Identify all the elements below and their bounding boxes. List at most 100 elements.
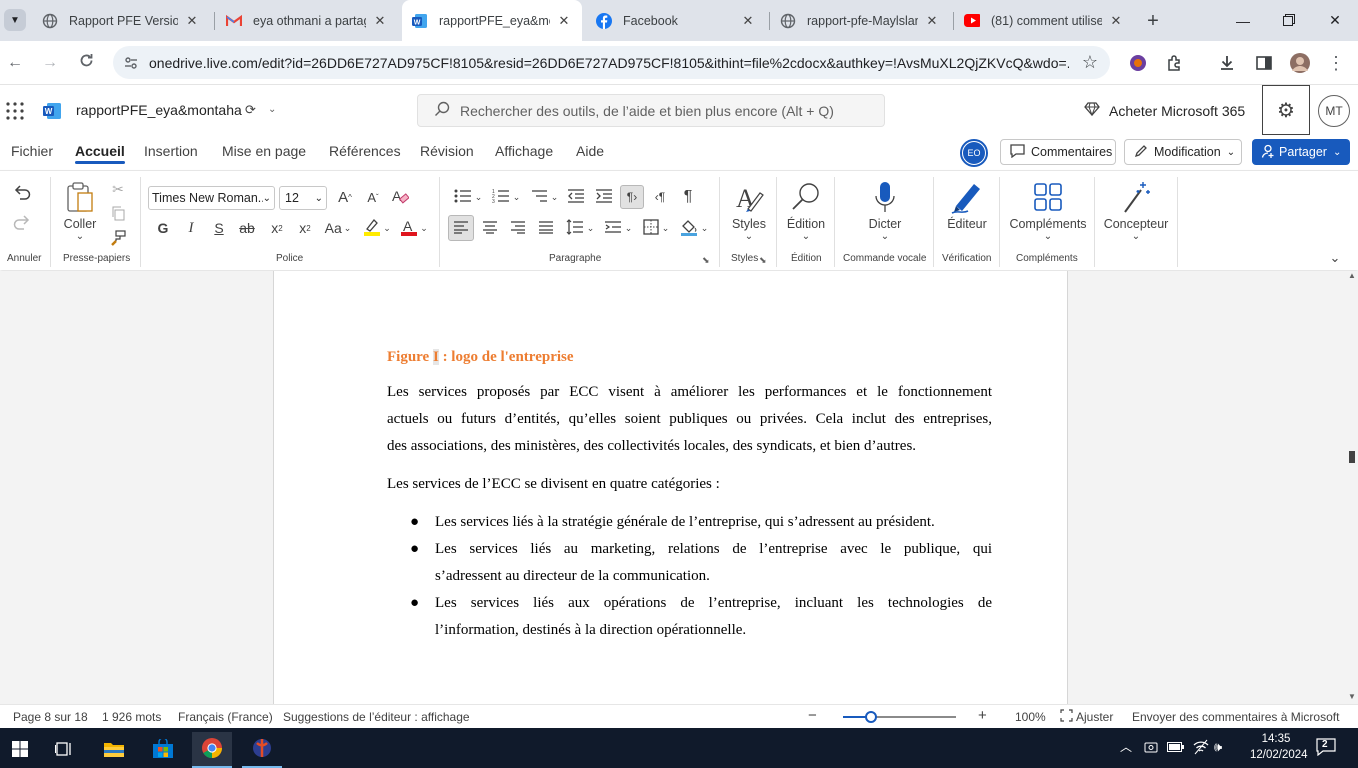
minimize-button[interactable]: —: [1220, 0, 1266, 41]
start-button[interactable]: [0, 732, 40, 768]
word-app-icon[interactable]: W: [43, 102, 61, 123]
fit-button[interactable]: Ajuster: [1076, 710, 1113, 724]
cut-button[interactable]: ✂: [108, 179, 128, 199]
increase-indent-button[interactable]: [593, 186, 615, 208]
close-icon[interactable]: ✕: [556, 13, 572, 29]
grow-font-button[interactable]: A ^: [334, 186, 356, 208]
undo-button[interactable]: [10, 181, 34, 205]
language[interactable]: Français (France): [178, 710, 273, 724]
feedback-link[interactable]: Envoyer des commentaires à Microsoft: [1132, 710, 1339, 724]
profile-avatar[interactable]: [1288, 51, 1312, 75]
scroll-up-arrow-icon[interactable]: ▲: [1348, 271, 1356, 280]
buy-m365-button[interactable]: Acheter Microsoft 365: [1084, 102, 1245, 119]
shading-button[interactable]: ⌄: [677, 217, 711, 239]
scroll-down-arrow-icon[interactable]: ▼: [1348, 692, 1356, 701]
font-size-select[interactable]: 12 ⌄: [279, 186, 327, 210]
align-right-button[interactable]: [507, 217, 529, 239]
zoom-slider-thumb[interactable]: [865, 711, 878, 723]
close-icon[interactable]: ✕: [184, 13, 200, 29]
tab-aide[interactable]: Aide: [576, 143, 604, 159]
browser-tab[interactable]: rapport-pfe-Maylslan ✕: [770, 0, 950, 41]
bullets-button[interactable]: ⌄: [451, 186, 485, 208]
tab-fichier[interactable]: Fichier: [11, 143, 53, 159]
paragraph-spacing-button[interactable]: ⌄: [601, 217, 635, 239]
font-name-select[interactable]: Times New Roman... ⌄: [148, 186, 275, 210]
app-launcher-icon[interactable]: [6, 102, 24, 123]
page-count[interactable]: Page 8 sur 18: [13, 710, 88, 724]
back-button[interactable]: ←: [3, 51, 27, 75]
side-panel-icon[interactable]: [1252, 51, 1276, 75]
app-taskbar-button[interactable]: [242, 732, 282, 768]
editor-suggestions[interactable]: Suggestions de l’éditeur : affichage: [283, 710, 470, 724]
rtl-direction-button[interactable]: ‹¶: [649, 186, 671, 208]
format-painter-button[interactable]: [108, 229, 128, 249]
addins-button[interactable]: Compléments ⌄: [1008, 177, 1088, 242]
align-center-button[interactable]: [479, 217, 501, 239]
close-icon[interactable]: ✕: [1108, 13, 1124, 29]
editing-button[interactable]: Édition ⌄: [784, 177, 828, 242]
download-icon[interactable]: [1215, 51, 1239, 75]
font-color-button[interactable]: A ⌄: [397, 217, 431, 239]
store-button[interactable]: [143, 732, 183, 768]
chrome-taskbar-button[interactable]: [192, 732, 232, 768]
battery-icon[interactable]: [1167, 741, 1185, 756]
search-box[interactable]: Rechercher des outils, de l’aide et bien…: [417, 94, 885, 127]
browser-tab[interactable]: eya othmani a partag ✕: [216, 0, 398, 41]
bold-button[interactable]: G: [153, 217, 173, 239]
site-info-icon[interactable]: [123, 55, 139, 74]
coauthor-avatar[interactable]: EO: [960, 139, 988, 167]
extension-icon[interactable]: [1126, 51, 1150, 75]
subscript-button[interactable]: x2: [266, 217, 288, 239]
bookmark-star-icon[interactable]: ☆: [1082, 52, 1098, 73]
document-canvas[interactable]: Figure I : logo de l'entreprise Les serv…: [0, 271, 1358, 704]
notifications-button[interactable]: 2: [1316, 738, 1338, 758]
chevron-down-icon[interactable]: ⌄: [268, 104, 276, 115]
sync-status-icon[interactable]: ⟳: [245, 102, 256, 118]
browser-tab[interactable]: (81) comment utiliser ✕: [954, 0, 1134, 41]
dialog-launcher-icon[interactable]: ⬊: [759, 255, 767, 266]
word-count[interactable]: 1 926 mots: [102, 710, 161, 724]
multilevel-list-button[interactable]: ⌄: [527, 186, 561, 208]
dictate-button[interactable]: Dicter ⌄: [864, 177, 906, 242]
styles-button[interactable]: A Styles ⌄: [728, 177, 770, 242]
collapse-ribbon-button[interactable]: ⌄: [1326, 249, 1344, 267]
browser-tab[interactable]: Facebook ✕: [586, 0, 766, 41]
strikethrough-button[interactable]: ab: [236, 217, 258, 239]
fit-icon[interactable]: [1060, 709, 1073, 725]
zoom-level[interactable]: 100%: [1015, 710, 1046, 724]
superscript-button[interactable]: x2: [294, 217, 316, 239]
shrink-font-button[interactable]: Aˇ: [362, 186, 384, 208]
decrease-indent-button[interactable]: [565, 186, 587, 208]
url-text[interactable]: onedrive.live.com/edit?id=26DD6E727AD975…: [149, 55, 1069, 71]
new-tab-button[interactable]: +: [1140, 8, 1166, 34]
close-icon[interactable]: ✕: [372, 13, 388, 29]
share-button[interactable]: Partager ⌄: [1252, 139, 1350, 165]
highlight-button[interactable]: ⌄: [360, 217, 394, 239]
tab-affichage[interactable]: Affichage: [495, 143, 553, 159]
wifi-icon[interactable]: [1193, 739, 1209, 758]
task-view-button[interactable]: [44, 732, 84, 768]
tab-search-button[interactable]: ▼: [4, 9, 26, 31]
designer-button[interactable]: Concepteur ⌄: [1102, 177, 1170, 242]
ltr-direction-button[interactable]: ¶›: [620, 185, 644, 209]
document-page[interactable]: Figure I : logo de l'entreprise Les serv…: [273, 271, 1068, 704]
close-icon[interactable]: ✕: [924, 13, 940, 29]
numbering-button[interactable]: 1 2 3 ⌄: [489, 186, 523, 208]
copy-button[interactable]: [108, 205, 128, 225]
clear-formatting-button[interactable]: A: [389, 186, 411, 208]
settings-button[interactable]: ⚙: [1262, 85, 1310, 135]
redo-button[interactable]: [10, 211, 34, 235]
extensions-puzzle-icon[interactable]: [1163, 51, 1187, 75]
tab-revision[interactable]: Révision: [420, 143, 474, 159]
zoom-slider[interactable]: [843, 711, 956, 723]
line-spacing-button[interactable]: ⌄: [563, 217, 597, 239]
meet-now-icon[interactable]: [1144, 740, 1158, 757]
justify-button[interactable]: [535, 217, 557, 239]
tab-insertion[interactable]: Insertion: [144, 143, 198, 159]
browser-tab-active[interactable]: W rapportPFE_eya&mon ✕: [402, 0, 582, 41]
volume-icon[interactable]: 🕪: [1214, 739, 1222, 755]
change-case-button[interactable]: Aa ⌄: [322, 217, 354, 239]
show-marks-button[interactable]: ¶: [677, 186, 699, 208]
clock[interactable]: 14:35 12/02/2024: [1250, 731, 1308, 763]
close-window-button[interactable]: ✕: [1312, 0, 1358, 41]
